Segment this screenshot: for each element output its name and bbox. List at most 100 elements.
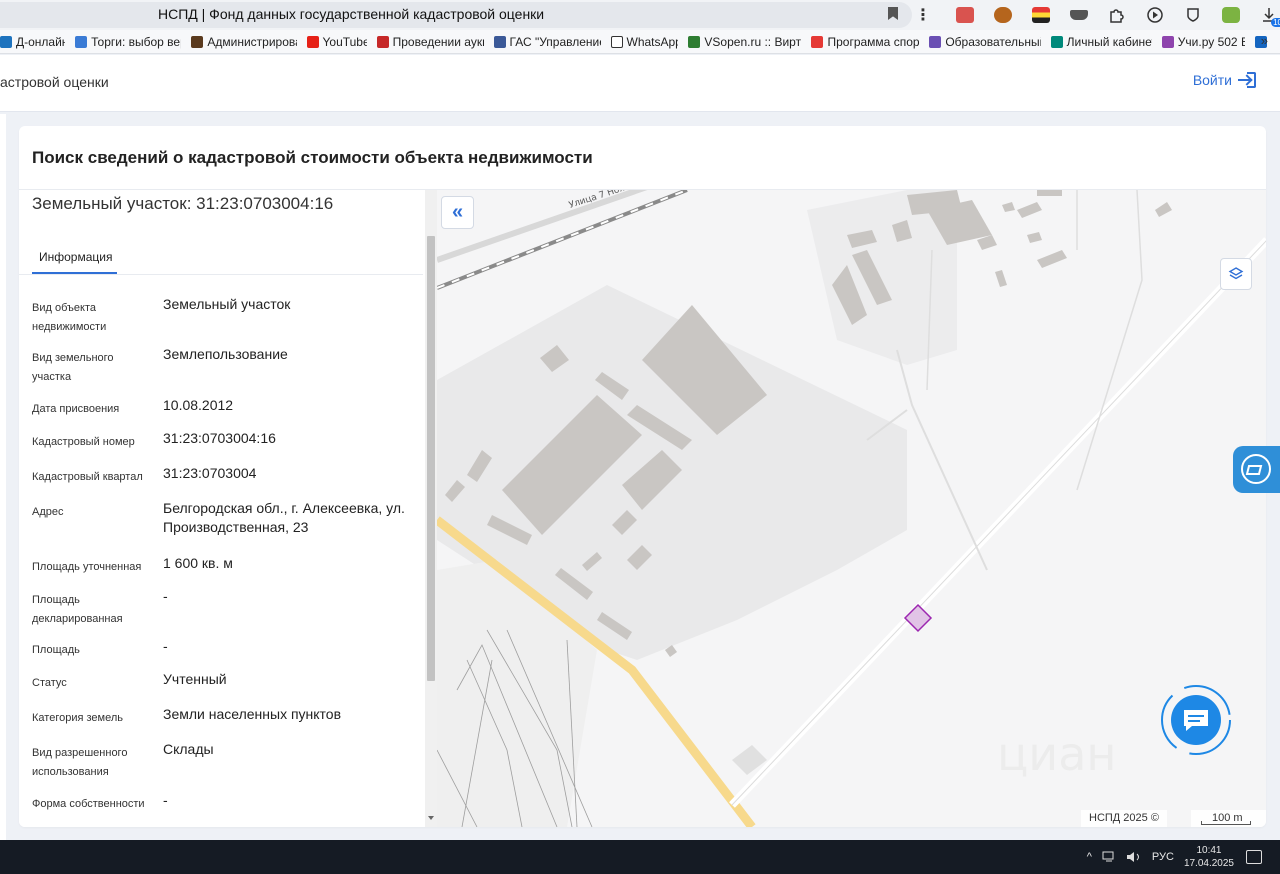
hat-extension-icon[interactable] xyxy=(1068,5,1090,25)
bookmark-label: Д-онлайн xyxy=(16,34,66,49)
property-label: Вид разрешенного использования xyxy=(32,747,128,778)
bookmark-favicon-icon xyxy=(0,35,12,48)
property-value: - xyxy=(163,792,168,808)
bookmark-favicon-icon xyxy=(811,35,824,48)
property-label: Вид объекта недвижимости xyxy=(32,302,107,333)
pin-extension-icon[interactable] xyxy=(992,5,1014,25)
property-label: Кадастровый квартал xyxy=(32,471,143,483)
bookmark-favicon-icon xyxy=(1050,35,1063,48)
property-value: Земли населенных пунктов xyxy=(163,706,342,722)
bookmark-item[interactable]: Администрирова xyxy=(191,35,297,49)
left-sidebar-edge xyxy=(0,114,6,840)
collapse-panel-button[interactable]: « xyxy=(441,196,474,229)
bookmark-item[interactable]: Личный кабинет xyxy=(1050,34,1152,49)
property-label: Категория земель xyxy=(32,712,123,724)
login-label: Войти xyxy=(1192,72,1232,88)
extensions-toolbar: ⋮ 10 xyxy=(915,4,1280,27)
windows-taskbar: ^ РУС 10:41 17.04.2025 xyxy=(0,840,1280,874)
bookmark-favicon-icon xyxy=(688,35,701,48)
clock-time: 10:41 xyxy=(1196,845,1222,856)
tab-information-label: Информация xyxy=(39,250,113,264)
accessibility-widget[interactable] xyxy=(1233,446,1280,493)
system-tray: ^ РУС 10:41 17.04.2025 xyxy=(1087,840,1280,874)
property-label: Вид земельного участка xyxy=(32,352,114,383)
bookmark-label: Учи.ру 502 E xyxy=(1177,34,1245,49)
cadastral-map[interactable]: Улица 7 Ноября циан « НСПД 2025 © 100 m xyxy=(437,190,1266,827)
property-label: Площадь декларированная xyxy=(32,594,123,625)
property-value: Склады xyxy=(163,741,214,757)
bookmark-favicon-icon xyxy=(493,35,506,48)
bookmarks-bar: Д-онлайн Торги: выбор вер Администрирова Yo… xyxy=(0,30,1280,54)
card-title: Поиск сведений о кадастровой стоимости о… xyxy=(32,148,593,167)
bookmark-item[interactable]: VSopen.ru :: Вирту xyxy=(688,35,801,49)
bookmark-label: Личный кабинет xyxy=(1066,34,1152,49)
search-card: Поиск сведений о кадастровой стоимости о… xyxy=(19,126,1266,827)
site-name[interactable]: астровой оценки xyxy=(0,74,109,90)
bookmark-item[interactable]: Учи.ру 502 E xyxy=(1161,34,1245,49)
property-value: - xyxy=(163,588,168,604)
chat-button[interactable] xyxy=(1160,684,1232,756)
bookmark-item[interactable]: Образовательный xyxy=(929,34,1041,49)
bookmark-label: Проведении аукц xyxy=(392,34,484,49)
property-value: 10.08.2012 xyxy=(163,397,234,413)
download-icon[interactable]: 10 xyxy=(1258,5,1280,27)
layers-icon xyxy=(1228,267,1244,280)
map-copyright: НСПД 2025 © xyxy=(1081,810,1167,827)
tab-information[interactable]: Информация xyxy=(19,236,119,274)
more-bookmarks-button[interactable]: » xyxy=(1261,33,1268,48)
pdf-extension-icon[interactable] xyxy=(954,5,976,25)
layers-button[interactable] xyxy=(1220,258,1252,290)
watermark-text: циан xyxy=(997,727,1116,781)
bookmark-item[interactable]: Д-онлайн xyxy=(0,35,65,49)
menu-dots-icon[interactable]: ⋮ xyxy=(915,5,931,25)
clock[interactable]: 10:41 17.04.2025 xyxy=(1184,844,1234,870)
play-icon[interactable] xyxy=(1144,5,1166,25)
object-heading: Земельный участок: 31:23:0703004:16 xyxy=(32,194,334,213)
property-label: Площадь xyxy=(32,644,80,656)
bookmark-label: ГАС "Управление xyxy=(509,34,601,49)
notifications-icon[interactable] xyxy=(1246,850,1262,864)
bookmark-item[interactable]: ГАС "Управление xyxy=(493,34,601,49)
login-icon xyxy=(1238,72,1256,88)
flag-extension-icon[interactable] xyxy=(1030,5,1052,25)
property-label: Площадь уточненная xyxy=(32,561,142,573)
property-label: Кадастровый номер xyxy=(32,436,135,448)
map-scale: 100 m xyxy=(1191,810,1266,827)
bookmark-label: VSopen.ru :: Вирту xyxy=(704,34,802,49)
puzzle-icon[interactable] xyxy=(1106,5,1128,25)
property-label: Адрес xyxy=(32,506,64,518)
bookmark-label: Торги: выбор вер xyxy=(91,34,182,49)
chevron-up-icon[interactable]: ^ xyxy=(1087,851,1092,863)
volume-icon[interactable] xyxy=(1126,851,1142,863)
bookmark-item[interactable]: WhatsApp xyxy=(610,35,678,49)
property-value: Учтенный xyxy=(163,671,227,687)
parcel-marker[interactable] xyxy=(903,603,933,633)
property-value: Белгородская обл., г. Алексеевка, ул. Пр… xyxy=(163,500,405,535)
bookmark-favicon-icon xyxy=(610,35,623,48)
bookmark-label: YouTube xyxy=(322,34,367,49)
page-title-text: НСПД | Фонд данных государственной кадас… xyxy=(158,6,545,22)
bookmark-item[interactable]: Торги: выбор вер xyxy=(75,35,181,49)
network-icon[interactable] xyxy=(1102,851,1116,863)
weather-extension-icon[interactable] xyxy=(1220,5,1242,25)
bookmark-item[interactable]: Проведении аукц xyxy=(376,34,484,49)
scroll-down-icon[interactable] xyxy=(428,816,434,820)
property-value: Земельный участок xyxy=(163,296,291,312)
bookmark-label: Образовательный xyxy=(945,34,1041,49)
bookmark-label: Программа спорт xyxy=(827,34,920,49)
shield-extension-icon[interactable] xyxy=(1182,5,1204,25)
bookmark-item[interactable]: Программа спорт xyxy=(811,35,919,49)
info-panel: Земельный участок: 31:23:0703004:16 Инфо… xyxy=(19,190,437,827)
property-label: Форма собственности xyxy=(32,798,145,810)
language-indicator[interactable]: РУС xyxy=(1152,851,1174,863)
property-value: 1 600 кв. м xyxy=(163,555,233,571)
login-button[interactable]: Войти xyxy=(1193,72,1256,88)
panel-scrollbar-thumb[interactable] xyxy=(427,236,435,681)
bookmark-item[interactable]: YouTube xyxy=(306,34,367,49)
map-canvas: Улица 7 Ноября циан xyxy=(437,190,1266,827)
property-label: Дата присвоения xyxy=(32,403,120,415)
bookmark-favicon-icon xyxy=(929,35,942,48)
bookmark-favicon-icon xyxy=(191,35,204,48)
tabs-divider xyxy=(19,274,423,275)
property-value: - xyxy=(163,638,168,654)
